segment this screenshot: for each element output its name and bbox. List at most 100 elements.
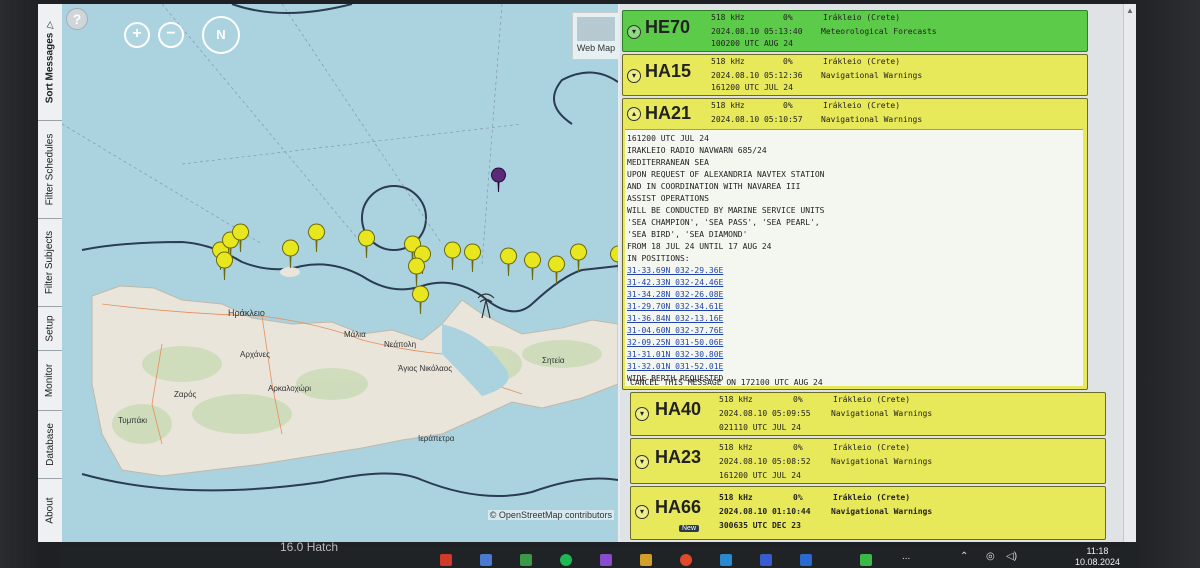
message-station: Irákleio (Crete) [833,395,911,404]
marker[interactable] [500,247,517,277]
body-line: 'SEA CHAMPION', 'SEA PASS', 'SEA PEARL', [627,218,820,227]
tab-filter-schedules[interactable]: Filter Schedules [38,120,62,219]
chevron-down-icon[interactable]: ▾ [635,455,649,469]
position-link[interactable]: 31-04.60N 032-37.76E [627,326,723,335]
position-link[interactable]: 31-29.70N 032-34.61E [627,302,723,311]
dia-island [280,267,300,277]
app-icon[interactable] [480,554,492,566]
app-icon[interactable] [440,554,452,566]
chevron-down-icon[interactable]: ▾ [627,25,641,39]
app-icon[interactable] [520,554,532,566]
tab-about-label: About [44,496,56,524]
message-freq: 518 kHz [719,443,753,452]
app-icon[interactable] [640,554,652,566]
compass-button[interactable]: N [202,16,240,54]
message-datetime: 2024.08.10 05:13:40 [711,27,803,36]
help-button[interactable]: ? [66,8,88,30]
position-link[interactable]: 31-33.69N 032-29.36E [627,266,723,275]
body-line: IN POSITIONS: [627,254,690,263]
basemap-toggle[interactable]: Web Map [572,12,618,60]
scroll-up-icon[interactable]: ▲ [1126,6,1134,15]
message-station: Irákleio (Crete) [823,57,901,66]
browser-icon[interactable] [680,554,692,566]
message-id: HA15 [645,61,692,81]
tab-about[interactable]: About [38,478,62,542]
tab-filter-subjects-label: Filter Subjects [44,230,56,294]
message-freq: 518 kHz [719,493,753,502]
message-card-ha15[interactable]: ▾ HA15 518 kHz 0% Irákleio (Crete) 2024.… [622,54,1088,96]
marker[interactable] [408,257,425,287]
marker[interactable] [464,243,481,273]
app-icon[interactable] [860,554,872,566]
place-neapoli: Νεάπολη [384,340,417,349]
chevron-down-icon[interactable]: ▾ [635,505,649,519]
chevron-down-icon[interactable]: ▾ [635,407,649,421]
message-ref: 021110 UTC JUL 24 [719,423,801,432]
message-card-ha23[interactable]: ▾ HA23 518 kHz 0% Irákleio (Crete) 2024.… [630,438,1106,484]
message-card-ha66[interactable]: ▾ HA66 518 kHz 0% Irákleio (Crete) 2024.… [630,486,1106,540]
position-link[interactable]: 31-32.01N 031-52.01E [627,362,723,371]
marker[interactable] [282,239,299,269]
message-subject: Navigational Warnings [821,71,923,80]
place-arkalochori: Αρκαλοχώρι [268,384,312,393]
app-icon[interactable] [600,554,612,566]
message-datetime: 2024.08.10 01:10:44 [719,507,811,516]
more-apps[interactable]: ... [902,551,910,562]
message-freq: 518 kHz [711,101,745,110]
marker[interactable] [570,243,587,273]
position-link[interactable]: 32-09.25N 031-50.06E [627,338,723,347]
marker[interactable] [524,251,541,281]
vertical-scrollbar[interactable]: ▲ [1123,4,1136,542]
message-card-ha40[interactable]: ▾ HA40 518 kHz 0% Irákleio (Crete) 2024.… [630,392,1106,436]
message-percent: 0% [783,57,793,66]
zoom-icon[interactable] [800,554,812,566]
volume-icon[interactable]: ◁) [1006,551,1017,562]
tab-database-label: Database [44,422,56,466]
marker[interactable] [610,245,619,275]
marker[interactable] [308,223,325,253]
zoom-out-button[interactable]: − [158,22,184,48]
tab-filter-subjects[interactable]: Filter Subjects [38,218,62,307]
message-percent: 0% [793,443,803,452]
new-badge: New [679,525,700,532]
message-subject: Navigational Warnings [821,115,923,124]
map-view[interactable]: + − N Web Map Ηράκλειο Μάλια Νεάπολη Αρχ… [62,4,618,542]
tab-setup[interactable]: Setup [38,306,62,351]
message-id: HE70 [645,17,691,37]
message-subject: Navigational Warnings [831,457,933,466]
chevron-up-icon[interactable]: ⌃ [960,551,968,562]
tab-monitor[interactable]: Monitor [38,350,62,411]
chevron-up-icon[interactable]: ▴ [627,107,641,121]
taskbar: 16.0 Hatch ... ⌃ ◎ ◁) 11:18 10.08.2024 [60,540,1140,568]
message-percent: 0% [783,13,793,22]
zoom-in-button[interactable]: + [124,22,150,48]
position-link[interactable]: 31-34.28N 032-26.08E [627,290,723,299]
body-line: IRAKLEIO RADIO NAVWARN 685/24 [627,146,767,155]
body-line: MEDITERRANEAN SEA [627,158,709,167]
position-link[interactable]: 31-31.01N 032-30.80E [627,350,723,359]
tab-database[interactable]: Database [38,410,62,479]
app-icon[interactable] [720,554,732,566]
marker[interactable] [358,229,375,259]
message-ref: 300635 UTC DEC 23 [719,521,801,530]
network-icon[interactable]: ◎ [986,551,995,562]
position-link[interactable]: 31-36.84N 032-13.16E [627,314,723,323]
hidden-window-text: 16.0 Hatch [280,540,339,554]
clock-date: 10.08.2024 [1074,557,1120,567]
marker[interactable] [216,251,233,281]
marker[interactable] [232,223,249,253]
met-marker[interactable] [491,167,506,193]
marker[interactable] [412,285,429,315]
spotify-icon[interactable] [560,554,572,566]
marker[interactable] [444,241,461,271]
chevron-down-icon[interactable]: ▾ [627,69,641,83]
message-ref: 100200 UTC AUG 24 [711,39,793,48]
message-card-ha21[interactable]: ▴ HA21 518 kHz 0% Irákleio (Crete) 2024.… [622,98,1088,390]
message-id: HA66 [655,497,702,517]
position-link[interactable]: 31-42.33N 032-24.46E [627,278,723,287]
message-card-he70[interactable]: ▾ HE70 518 kHz 0% Irákleio (Crete) 2024.… [622,10,1088,52]
app-icon[interactable] [760,554,772,566]
message-body: 161200 UTC JUL 24 IRAKLEIO RADIO NAVWARN… [625,129,1083,386]
tab-sort-messages[interactable]: Sort Messages▷ [38,4,62,121]
system-clock[interactable]: 11:18 10.08.2024 [1075,546,1120,568]
